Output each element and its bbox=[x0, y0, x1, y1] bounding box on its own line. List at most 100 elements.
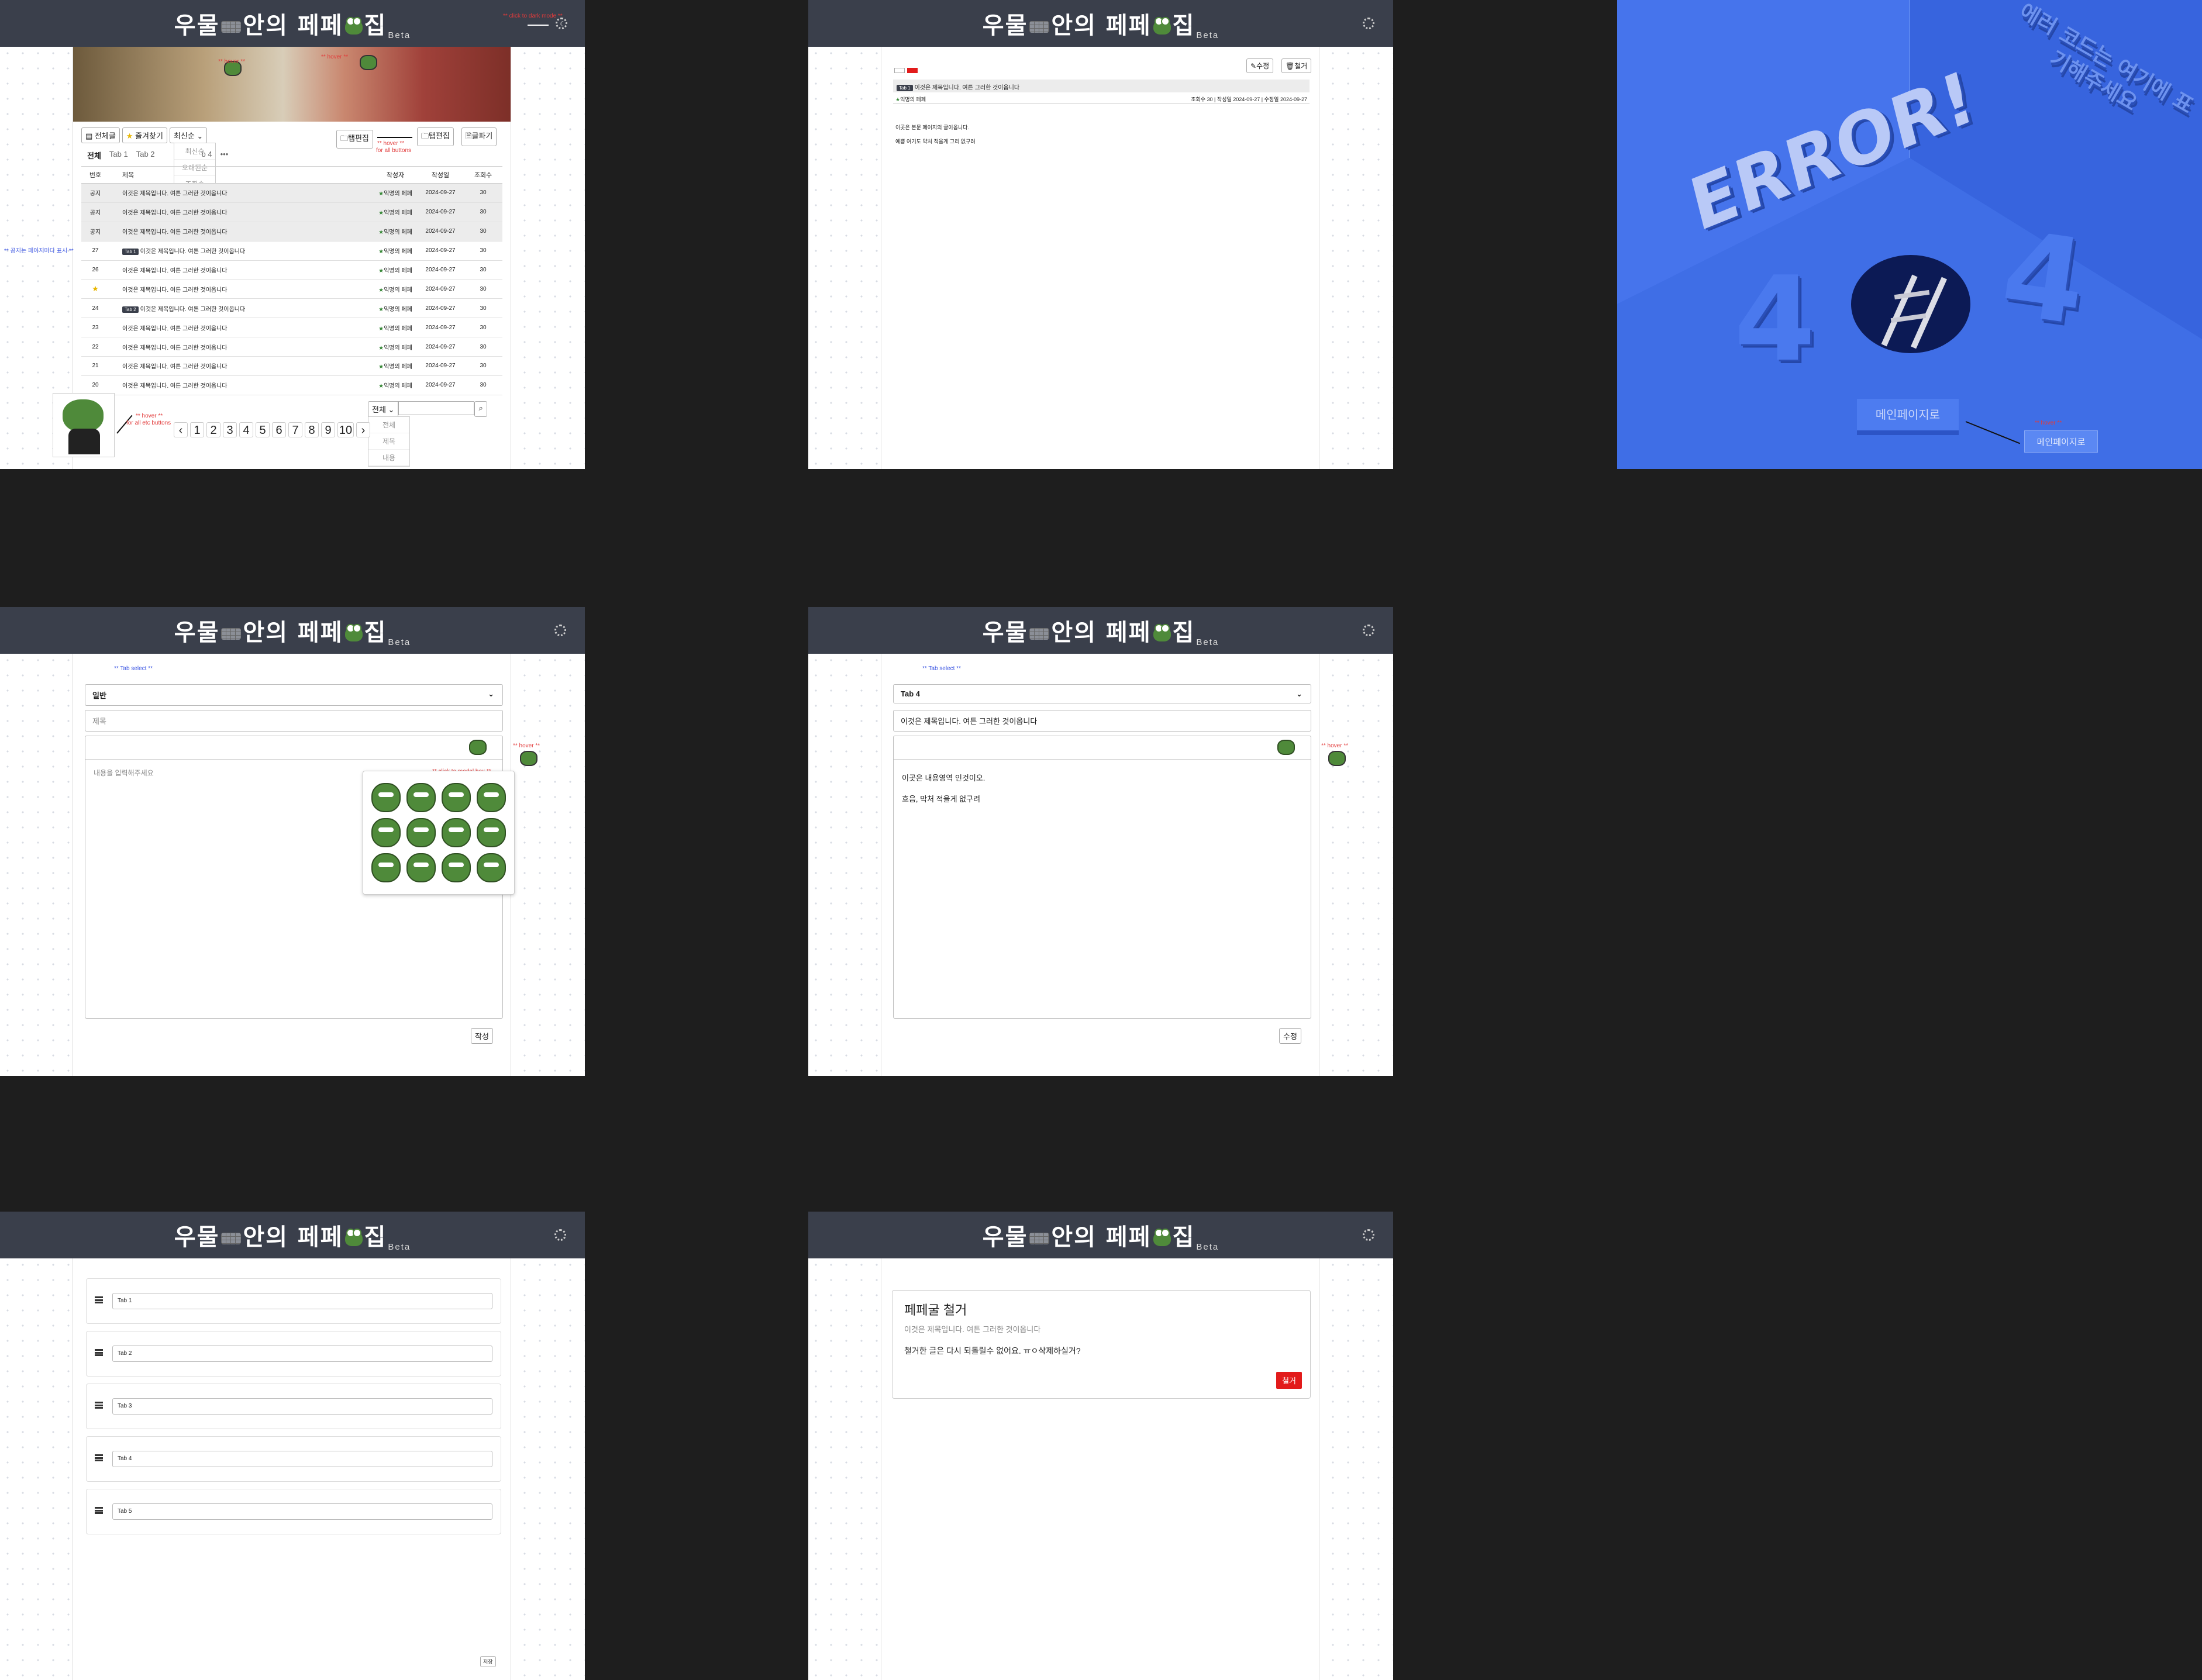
post-title-cell[interactable]: 이것은 제목입니다. 여튼 그러한 것이옵니다 bbox=[121, 318, 374, 338]
tab-row[interactable]: Tab 5 bbox=[86, 1489, 501, 1534]
more-tabs-icon[interactable]: ••• bbox=[220, 150, 229, 161]
theme-toggle-icon[interactable] bbox=[554, 1229, 566, 1241]
page-link[interactable]: 5 bbox=[256, 422, 270, 437]
new-post-button[interactable]: 🗎글파기 bbox=[461, 127, 497, 146]
emoji-item[interactable] bbox=[477, 818, 506, 847]
next-page-icon[interactable]: › bbox=[356, 422, 370, 437]
emoji-button-icon[interactable] bbox=[1277, 740, 1295, 755]
emoji-item[interactable] bbox=[477, 853, 506, 882]
emoji-button-hover-icon[interactable] bbox=[1328, 751, 1346, 766]
tab-1[interactable]: Tab 1 bbox=[109, 150, 128, 161]
tab-edit-button[interactable]: 🗀탭편집 bbox=[417, 127, 454, 146]
post-title-cell[interactable]: 이것은 제목입니다. 여튼 그러한 것이옵니다 bbox=[121, 260, 374, 280]
page-link[interactable]: 7 bbox=[288, 422, 302, 437]
tab-name-input[interactable]: Tab 3 bbox=[112, 1398, 492, 1415]
sun-icon[interactable] bbox=[556, 18, 567, 29]
emoji-item[interactable] bbox=[442, 853, 471, 882]
page-link[interactable]: 2 bbox=[206, 422, 220, 437]
title-input[interactable]: 이것은 제목입니다. 여튼 그러한 것이옵니다 bbox=[893, 710, 1311, 732]
table-row[interactable]: 24 Tab 2 이것은 제목입니다. 여튼 그러한 것이옵니다 ★익명의 페페 202… bbox=[81, 298, 502, 319]
site-title[interactable]: 우물 안의 페페 집 Beta bbox=[174, 6, 411, 40]
favorites-button[interactable]: ★ 즐겨찾기 bbox=[122, 127, 167, 143]
table-row[interactable]: 공지 이것은 제목입니다. 여튼 그러한 것이옵니다 ★익명의 페페 2024-09-… bbox=[81, 183, 502, 203]
theme-toggle-icon[interactable] bbox=[554, 625, 566, 636]
body-editor[interactable]: 이곳은 내용영역 인것이오. 흐음, 막처 적을게 없구려 bbox=[893, 736, 1311, 1019]
table-row[interactable]: 23 이것은 제목입니다. 여튼 그러한 것이옵니다 ★익명의 페페 2024-09-… bbox=[81, 318, 502, 338]
search-scope-dropdown[interactable]: 전체 제목 내용 bbox=[368, 416, 410, 467]
table-row[interactable]: 27 Tab 1 이것은 제목입니다. 여튼 그러한 것이옵니다 ★익명의 페페 202… bbox=[81, 241, 502, 261]
drag-handle-icon[interactable] bbox=[95, 1507, 103, 1514]
tab-select[interactable]: Tab 4 ⌄ bbox=[893, 684, 1311, 703]
table-row[interactable]: 26 이것은 제목입니다. 여튼 그러한 것이옵니다 ★익명의 페페 2024-09-… bbox=[81, 260, 502, 280]
tab-row[interactable]: Tab 2 bbox=[86, 1331, 501, 1377]
theme-toggle-icon[interactable] bbox=[1363, 18, 1374, 29]
post-title-cell[interactable]: 이것은 제목입니다. 여튼 그러한 것이옵니다 bbox=[121, 279, 374, 299]
submit-button[interactable]: 작성 bbox=[471, 1028, 493, 1044]
post-title-cell[interactable]: 이것은 제목입니다. 여튼 그러한 것이옵니다 bbox=[121, 222, 374, 242]
post-title-cell[interactable]: 이것은 제목입니다. 여튼 그러한 것이옵니다 bbox=[121, 202, 374, 222]
table-row[interactable]: 21 이것은 제목입니다. 여튼 그러한 것이옵니다 ★익명의 페페 2024-09-… bbox=[81, 356, 502, 376]
post-title-cell[interactable]: 이것은 제목입니다. 여튼 그러한 것이옵니다 bbox=[121, 375, 374, 395]
emoji-item[interactable] bbox=[406, 853, 436, 882]
sort-select[interactable]: 최신순 ⌄ bbox=[169, 127, 208, 143]
search-icon[interactable]: ⌕ bbox=[474, 401, 487, 417]
post-title-cell[interactable]: 이것은 제목입니다. 여튼 그러한 것이옵니다 bbox=[121, 356, 374, 376]
prev-page-icon[interactable]: ‹ bbox=[174, 422, 188, 437]
drag-handle-icon[interactable] bbox=[95, 1454, 103, 1461]
post-title-cell[interactable]: 이것은 제목입니다. 여튼 그러한 것이옵니다 bbox=[121, 337, 374, 357]
table-row[interactable]: ★ 이것은 제목입니다. 여튼 그러한 것이옵니다 ★익명의 페페 2024-09-2… bbox=[81, 279, 502, 299]
tab-row[interactable]: Tab 1 bbox=[86, 1278, 501, 1324]
confirm-delete-button[interactable]: 철거 bbox=[1276, 1372, 1302, 1389]
table-row[interactable]: 공지 이것은 제목입니다. 여튼 그러한 것이옵니다 ★익명의 페페 2024-09-… bbox=[81, 202, 502, 222]
table-row[interactable]: 공지 이것은 제목입니다. 여튼 그러한 것이옵니다 ★익명의 페페 2024-09-… bbox=[81, 222, 502, 242]
tab-name-input[interactable]: Tab 1 bbox=[112, 1293, 492, 1309]
emoji-button-hover-icon[interactable] bbox=[520, 751, 537, 766]
search-scope-select[interactable]: 전체 ⌄ bbox=[368, 401, 399, 417]
tab-row[interactable]: Tab 3 bbox=[86, 1384, 501, 1429]
emoji-picker-modal[interactable] bbox=[363, 771, 515, 895]
site-title[interactable]: 우물 안의 페페 집 Beta bbox=[983, 6, 1219, 40]
title-input[interactable]: 제목 bbox=[85, 710, 503, 732]
tab-name-input[interactable]: Tab 4 bbox=[112, 1451, 492, 1467]
delete-post-button[interactable]: 🗑철거 bbox=[1281, 58, 1312, 73]
update-button[interactable]: 수정 bbox=[1279, 1028, 1301, 1044]
tab-name-input[interactable]: Tab 5 bbox=[112, 1503, 492, 1520]
page-link[interactable]: 8 bbox=[305, 422, 319, 437]
page-link[interactable]: 1 bbox=[190, 422, 204, 437]
drag-handle-icon[interactable] bbox=[95, 1296, 103, 1303]
page-link[interactable]: 6 bbox=[272, 422, 286, 437]
tab-all[interactable]: 전체 bbox=[87, 150, 101, 161]
emoji-item[interactable] bbox=[371, 818, 401, 847]
emoji-item[interactable] bbox=[371, 853, 401, 882]
drag-handle-icon[interactable] bbox=[95, 1402, 103, 1409]
tab-4[interactable]: b 4 bbox=[202, 150, 212, 161]
search-option[interactable]: 전체 bbox=[368, 417, 409, 433]
page-link[interactable]: 10 bbox=[337, 422, 354, 437]
emoji-item[interactable] bbox=[442, 783, 471, 812]
page-link[interactable]: 4 bbox=[239, 422, 253, 437]
main-page-button-hover[interactable]: 메인페이지로 bbox=[2024, 430, 2098, 453]
tab-select[interactable]: 일반 ⌄ bbox=[85, 684, 503, 706]
all-posts-button[interactable]: ▤ 전체글 bbox=[81, 127, 120, 143]
tab-row[interactable]: Tab 4 bbox=[86, 1436, 501, 1482]
drag-handle-icon[interactable] bbox=[95, 1349, 103, 1356]
table-row[interactable]: 20 이것은 제목입니다. 여튼 그러한 것이옵니다 ★익명의 페페 2024-09-… bbox=[81, 375, 502, 395]
save-button[interactable]: 저장 bbox=[480, 1656, 496, 1667]
emoji-item[interactable] bbox=[371, 783, 401, 812]
site-title[interactable]: 우물 안의 페페 집 Beta bbox=[983, 613, 1219, 647]
site-title[interactable]: 우물 안의 페페 집 Beta bbox=[174, 1218, 411, 1252]
emoji-button-icon[interactable] bbox=[469, 740, 487, 755]
emoji-item[interactable] bbox=[406, 818, 436, 847]
search-option[interactable]: 내용 bbox=[368, 450, 409, 466]
theme-toggle-icon[interactable] bbox=[1363, 625, 1374, 636]
post-title-cell[interactable]: Tab 1 이것은 제목입니다. 여튼 그러한 것이옵니다 bbox=[121, 241, 374, 261]
emoji-item[interactable] bbox=[477, 783, 506, 812]
tab-edit-button-hover[interactable]: 🗀탭편집 bbox=[336, 130, 373, 149]
tab-name-input[interactable]: Tab 2 bbox=[112, 1346, 492, 1362]
site-title[interactable]: 우물 안의 페페 집 Beta bbox=[983, 1218, 1219, 1252]
page-link[interactable]: 9 bbox=[321, 422, 335, 437]
post-title-cell[interactable]: Tab 2 이것은 제목입니다. 여튼 그러한 것이옵니다 bbox=[121, 298, 374, 319]
theme-toggle-icon[interactable] bbox=[1363, 1229, 1374, 1241]
site-title[interactable]: 우물 안의 페페 집 Beta bbox=[174, 613, 411, 647]
page-link[interactable]: 3 bbox=[223, 422, 237, 437]
